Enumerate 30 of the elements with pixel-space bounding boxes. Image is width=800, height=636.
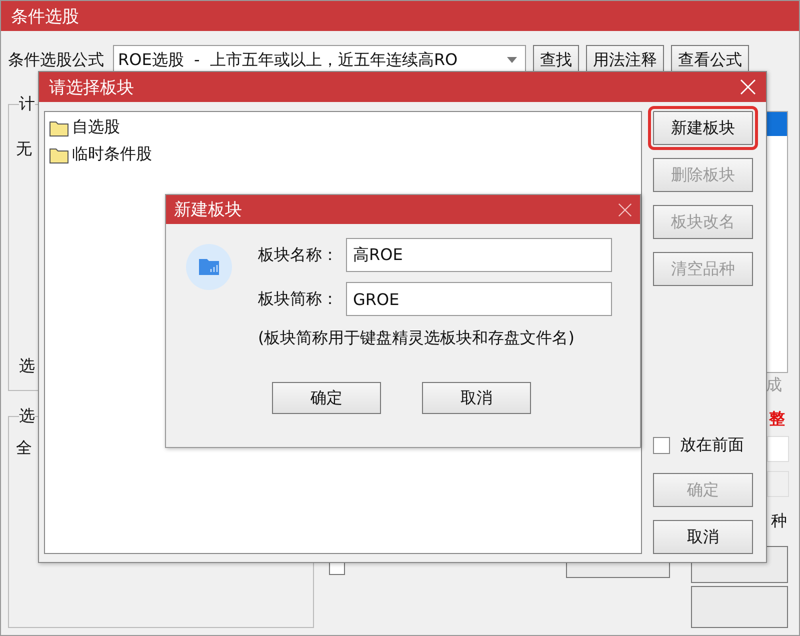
list-item[interactable]: 临时条件股 <box>72 144 152 165</box>
checkbox[interactable] <box>653 437 670 454</box>
side-text: 种 <box>771 511 787 532</box>
list-item[interactable]: 自选股 <box>72 117 120 138</box>
input-field[interactable] <box>767 436 789 462</box>
folder-icon <box>49 118 69 136</box>
side-text: 整 <box>769 409 785 430</box>
field-label: 板块简称： <box>258 288 338 310</box>
dialog-title: 新建板块 <box>174 199 242 221</box>
input-field[interactable]: 高ROE <box>346 238 612 272</box>
list-selection <box>765 112 787 136</box>
hint-text: (板块简称用于键盘精灵选板块和存盘文件名) <box>258 328 576 349</box>
folder-icon <box>49 146 69 164</box>
dialog-button[interactable]: 确定 <box>272 382 381 414</box>
dialog-button[interactable]: 取消 <box>422 382 531 414</box>
input-field[interactable]: GROE <box>346 282 612 316</box>
group-text: 无 <box>16 139 32 160</box>
window-title: 条件选股 <box>11 6 79 28</box>
field-label: 板块名称： <box>258 244 338 266</box>
close-icon[interactable] <box>618 202 632 216</box>
group-text: 全 <box>16 438 32 459</box>
cancel-button[interactable]: 取消 <box>653 520 753 554</box>
caret-icon <box>507 57 517 63</box>
group-text: 选 <box>19 356 35 377</box>
formula-label: 条件选股公式 <box>8 50 104 70</box>
side-text: 成 <box>766 375 782 396</box>
folder-icon <box>186 244 232 290</box>
dialog-title: 请选择板块 <box>49 76 134 98</box>
checkbox-label: 放在前面 <box>680 435 744 456</box>
input-field[interactable] <box>767 471 789 497</box>
